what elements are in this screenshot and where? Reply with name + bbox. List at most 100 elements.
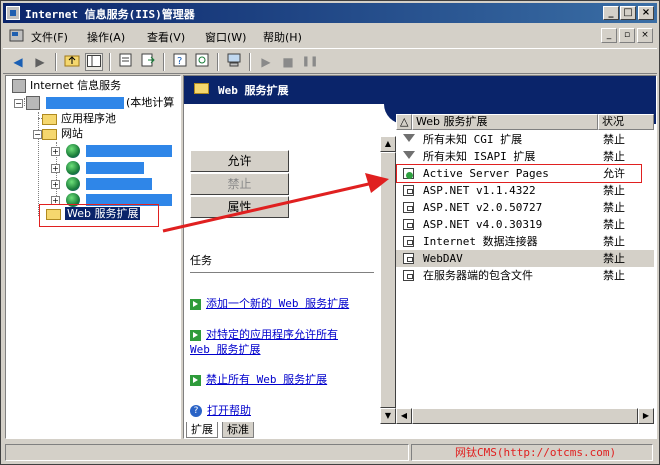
extension-status: 禁止: [603, 184, 625, 197]
menu-view[interactable]: 查看(V): [147, 29, 185, 45]
scroll-right-icon[interactable]: ▶: [638, 408, 654, 424]
add-extension-link[interactable]: 添加一个新的 Web 服务扩展: [190, 296, 370, 311]
scroll-left-icon[interactable]: ◀: [396, 408, 412, 424]
tree-item-sites[interactable]: 网站: [42, 126, 83, 142]
vertical-scrollbar[interactable]: ▲ ▼: [380, 136, 396, 424]
iis-root-icon: [12, 79, 26, 93]
list-item[interactable]: 在服务器端的包含文件 禁止: [396, 267, 654, 284]
list-item[interactable]: ASP.NET v2.0.50727 禁止: [396, 199, 654, 216]
column-header-status[interactable]: 状况: [598, 114, 654, 130]
list-item[interactable]: WebDAV 禁止: [396, 250, 654, 267]
list-item[interactable]: ASP.NET v1.1.4322 禁止: [396, 182, 654, 199]
list-item[interactable]: 所有未知 CGI 扩展 禁止: [396, 131, 654, 148]
system-menu-icon[interactable]: [9, 28, 25, 44]
mdi-close-button[interactable]: ×: [637, 28, 653, 43]
tree-item-site[interactable]: [66, 143, 178, 159]
tree-item-site[interactable]: [66, 176, 178, 192]
extension-name: ASP.NET v4.0.30319: [423, 218, 543, 231]
details-pane: Web 服务扩展 允许 禁止 属性 任务 添加一个新的 Web 服务扩展 对特定…: [183, 75, 657, 439]
tree-guide-line: [38, 112, 39, 216]
up-folder-icon[interactable]: [63, 53, 81, 71]
extension-icon: [403, 185, 414, 196]
watermark-text: 网钛CMS(http://otcms.com): [455, 446, 617, 459]
window-title: Internet 信息服务(IIS)管理器: [25, 8, 195, 21]
menu-file[interactable]: 文件(F): [31, 29, 68, 45]
tree-item-site[interactable]: [66, 160, 178, 176]
extension-icon: [403, 270, 414, 281]
tab-standard[interactable]: 标准: [222, 422, 254, 438]
folder-icon: [42, 113, 57, 125]
help-icon: ?: [190, 405, 202, 417]
stop-icon[interactable]: ■: [279, 53, 297, 71]
allow-button[interactable]: 允许: [190, 150, 289, 172]
extension-name: ASP.NET v1.1.4322: [423, 184, 536, 197]
green-arrow-icon: [190, 298, 201, 310]
show-tree-icon[interactable]: [85, 53, 103, 71]
scroll-up-icon[interactable]: ▲: [380, 136, 396, 152]
pause-icon[interactable]: ❚❚: [301, 53, 319, 71]
play-icon[interactable]: ▶: [257, 53, 275, 71]
tree-pane[interactable]: Internet 信息服务 − (本地计算 应用程序池 − 网站 + + + +: [5, 75, 181, 439]
export-icon[interactable]: [139, 53, 157, 71]
extension-status: 禁止: [603, 235, 625, 248]
extension-status: 禁止: [603, 218, 625, 231]
help-icon[interactable]: ?: [171, 53, 189, 71]
pane-header: Web 服务扩展: [184, 76, 656, 104]
extension-icon: [403, 253, 414, 264]
refresh-icon[interactable]: [193, 53, 211, 71]
maximize-button[interactable]: □: [620, 6, 636, 20]
annotation-highlight-box: [396, 164, 642, 183]
toolbar-separator: [249, 53, 251, 71]
website-icon: [66, 177, 80, 191]
app-icon[interactable]: [6, 6, 20, 20]
open-help-link[interactable]: ? 打开帮助: [190, 403, 370, 418]
properties-button[interactable]: 属性: [190, 196, 289, 218]
menu-help[interactable]: 帮助(H): [263, 29, 302, 45]
close-button[interactable]: ×: [638, 6, 654, 20]
toolbar-separator: [109, 53, 111, 71]
column-header-extension[interactable]: Web 服务扩展: [412, 114, 598, 130]
back-icon[interactable]: ◀: [9, 53, 27, 71]
horizontal-scrollbar[interactable]: ◀ ▶: [396, 408, 654, 424]
sort-indicator-icon[interactable]: △: [396, 114, 412, 130]
list-item[interactable]: Internet 数据连接器 禁止: [396, 233, 654, 250]
menu-window[interactable]: 窗口(W): [205, 29, 246, 45]
green-arrow-icon: [190, 374, 201, 386]
collapse-icon[interactable]: −: [33, 130, 42, 139]
list-item[interactable]: 所有未知 ISAPI 扩展 禁止: [396, 148, 654, 165]
list-header: △ Web 服务扩展 状况: [396, 114, 654, 130]
allow-all-for-app-link[interactable]: 对特定的应用程序允许所有 Web 服务扩展: [190, 327, 370, 357]
expand-icon[interactable]: +: [51, 180, 60, 189]
computer-icon[interactable]: [225, 53, 243, 71]
scroll-thumb[interactable]: [412, 408, 638, 424]
tree-item-app-pools[interactable]: 应用程序池: [42, 111, 116, 127]
minimize-button[interactable]: _: [603, 6, 619, 20]
tree-item-computer[interactable]: (本地计算: [26, 95, 174, 111]
scroll-down-icon[interactable]: ▼: [380, 408, 396, 424]
mdi-restore-button[interactable]: ▫: [619, 28, 635, 43]
properties-icon[interactable]: [117, 53, 135, 71]
collapse-icon[interactable]: −: [14, 99, 23, 108]
extension-name: 所有未知 ISAPI 扩展: [423, 150, 536, 163]
tasks-heading: 任务: [190, 254, 212, 267]
extension-icon: [403, 219, 414, 230]
expand-icon[interactable]: +: [51, 164, 60, 173]
extensions-list[interactable]: △ Web 服务扩展 状况 所有未知 CGI 扩展 禁止 所有未知 ISAPI 扩展…: [396, 114, 654, 424]
tree-item-label: 网站: [61, 127, 83, 140]
extension-status: 禁止: [603, 133, 625, 146]
expand-icon[interactable]: +: [51, 147, 60, 156]
deny-button[interactable]: 禁止: [190, 173, 289, 195]
list-item[interactable]: ASP.NET v4.0.30319 禁止: [396, 216, 654, 233]
title-bar[interactable]: Internet 信息服务(IIS)管理器 _ □ ×: [3, 3, 657, 23]
redacted-site-name: [86, 178, 152, 190]
extension-status: 禁止: [603, 269, 625, 282]
mdi-minimize-button[interactable]: _: [601, 28, 617, 43]
extension-status: 禁止: [603, 252, 625, 265]
deny-all-link[interactable]: 禁止所有 Web 服务扩展: [190, 372, 370, 387]
tab-extended[interactable]: 扩展: [186, 422, 218, 438]
menu-action[interactable]: 操作(A): [87, 29, 125, 45]
forward-icon[interactable]: ▶: [31, 53, 49, 71]
tree-item-iis-root[interactable]: Internet 信息服务: [12, 78, 121, 94]
scroll-thumb[interactable]: [380, 152, 396, 408]
menu-bar: 文件(F) 操作(A) 查看(V) 窗口(W) 帮助(H) _ ▫ ×: [3, 25, 657, 47]
